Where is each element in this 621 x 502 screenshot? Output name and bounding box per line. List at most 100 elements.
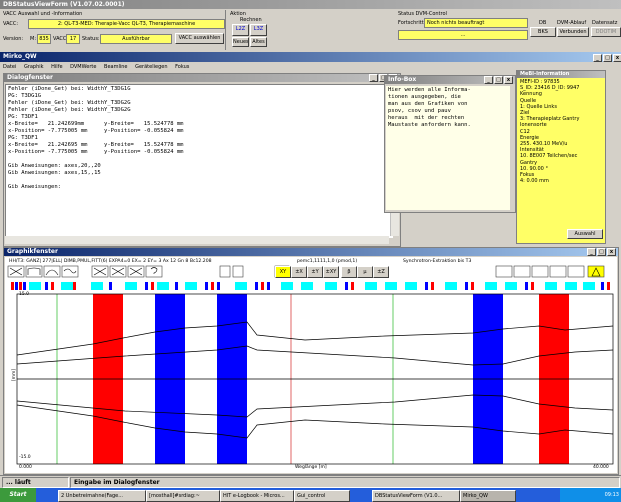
l2z-button[interactable]: L2Z bbox=[232, 24, 249, 36]
db-label: DB bbox=[539, 20, 547, 26]
menu-dvmwerte[interactable]: DVMWerte bbox=[70, 64, 96, 70]
vacc-num-field: 17 bbox=[66, 34, 80, 44]
graph-minimize-icon[interactable]: _ bbox=[587, 248, 596, 256]
status-prompt: Eingabe im Dialogfenster bbox=[70, 477, 620, 488]
graph-title-bar: Graphikfenster _ □ x bbox=[4, 248, 618, 256]
vacc-select-button[interactable]: VACC auswählen bbox=[175, 33, 224, 44]
beamline-element bbox=[23, 282, 26, 290]
beamline-element bbox=[267, 282, 270, 290]
dialog-line: x-Position= -7.775005 mm y-Position= -0.… bbox=[8, 149, 184, 155]
beamline-element bbox=[11, 282, 14, 290]
auswahl-button[interactable]: Auswahl bbox=[567, 229, 603, 239]
graph-close-icon[interactable]: x bbox=[607, 248, 616, 256]
beamline-element bbox=[217, 282, 220, 290]
beamline-element bbox=[109, 282, 112, 290]
l3z-button[interactable]: L3Z bbox=[250, 24, 267, 36]
tool-button[interactable]: ±Y bbox=[307, 266, 323, 278]
tray-clock: 09:13 bbox=[560, 488, 621, 502]
dialog-text[interactable]: Fehler (iDone_Get) bei: WidthY_T3DG1G PG:… bbox=[5, 84, 393, 238]
db-button[interactable]: BKS bbox=[530, 27, 556, 37]
tool-button[interactable]: μ bbox=[357, 266, 373, 278]
task-item-4[interactable]: Gui_control bbox=[294, 490, 350, 502]
dialog-window: Dialogfenster _□x Fehler (iDone_Get) bei… bbox=[3, 73, 401, 247]
menu-graphik[interactable]: Graphik bbox=[24, 64, 44, 70]
vacc-field[interactable]: 2: QL-T3-MED: Therapie-Vacc QL-T3, Thera… bbox=[28, 19, 225, 29]
dialog-hscrollbar[interactable] bbox=[5, 236, 389, 244]
mirko-title-bar: Mirko_QW _ □ x bbox=[0, 52, 621, 62]
beamline-element bbox=[485, 282, 497, 290]
dialog-line: PG: T3DF1 bbox=[8, 135, 38, 141]
start-button[interactable]: Start bbox=[0, 488, 36, 502]
restore-icon[interactable]: □ bbox=[603, 54, 612, 62]
menu-bar: Datei Graphik Hilfe DVMWerte Beamline Ge… bbox=[3, 63, 195, 71]
task-item-5[interactable]: DBStatusViewForm (V1.0... bbox=[372, 490, 460, 502]
menu-hilfe[interactable]: Hilfe bbox=[51, 64, 62, 70]
beamline-element bbox=[51, 282, 54, 290]
beamline-element bbox=[525, 282, 528, 290]
neues-button[interactable]: Neues bbox=[232, 37, 249, 47]
task-item-3[interactable]: HIT e-Logbook - Micros... bbox=[220, 490, 294, 502]
info-line: psov, csov und pauv bbox=[388, 108, 451, 114]
mebi-title-bar: MeBI-Information bbox=[517, 71, 605, 78]
dialog-line: Gib Anweisungen: bbox=[8, 184, 61, 190]
altes-button[interactable]: Altes bbox=[250, 37, 267, 47]
beamline-element bbox=[185, 282, 197, 290]
beam-plot[interactable] bbox=[5, 292, 617, 473]
task-item-1[interactable]: 2 Unbetreimahne(Fage... bbox=[58, 490, 146, 502]
beamline-element bbox=[281, 282, 293, 290]
mebi-lines: MEFI-ID : 97835 S_ID: 23416 D_ID: 9947 Ken… bbox=[517, 78, 605, 184]
info-maximize-icon[interactable]: □ bbox=[494, 76, 503, 84]
fortschritt-field: Noch nichts beauftragt bbox=[424, 18, 528, 28]
vacc-group: VACC Auswahl und -Information VACC: 2: Q… bbox=[0, 10, 226, 50]
status-bar: ... läuft Eingabe im Dialogfenster bbox=[0, 475, 621, 488]
graph-area: HH/T3: GANZ| 277|ELL| DIMB,PMUL,FITT(6) … bbox=[5, 257, 617, 473]
info-line: heraus mit der rechten bbox=[388, 115, 465, 121]
status-label: Status: bbox=[82, 36, 100, 42]
tool-button[interactable]: ±XY bbox=[323, 266, 339, 278]
dialog-line: Gib Anweisungen: axes,20,,20 bbox=[8, 163, 101, 169]
dialog-line: x-Position= -7.775005 mm y-Position= -0.… bbox=[8, 128, 184, 134]
progress-bar: ... bbox=[398, 30, 528, 40]
beamline-element bbox=[607, 282, 610, 290]
tool-button[interactable]: β bbox=[341, 266, 357, 278]
info-line: tionen ausgegeben, die bbox=[388, 94, 461, 100]
info-box: Info-Box _ □ x Hier werden alle Informa-ti… bbox=[384, 75, 516, 213]
x-left-label: 0.000 bbox=[19, 465, 32, 470]
beamline-element bbox=[565, 282, 577, 290]
mebi-title: MeBI-Information bbox=[520, 71, 570, 77]
graph-maximize-icon[interactable]: □ bbox=[597, 248, 606, 256]
minimize-icon[interactable]: _ bbox=[593, 54, 602, 62]
beamline-element bbox=[45, 282, 48, 290]
info-minimize-icon[interactable]: _ bbox=[484, 76, 493, 84]
beamline-element bbox=[385, 282, 397, 290]
beamline-element bbox=[19, 282, 22, 290]
menu-datei[interactable]: Datei bbox=[3, 64, 16, 70]
close-icon[interactable]: x bbox=[613, 54, 621, 62]
dialog-minimize-icon[interactable]: _ bbox=[369, 74, 378, 82]
dialog-line: x-Breite= 21.242695 mm y-Breite= 15.5247… bbox=[8, 142, 184, 148]
menu-beamline[interactable]: Beamline bbox=[104, 64, 127, 70]
graph-toolbar-right[interactable] bbox=[493, 265, 617, 279]
tool-button[interactable]: XY bbox=[275, 266, 291, 278]
beamline-element bbox=[91, 282, 103, 290]
datensatz-button[interactable]: DDOTIM bbox=[591, 27, 621, 37]
task-item-2[interactable]: [mosthall]#srdiag:~ bbox=[146, 490, 220, 502]
tool-button[interactable]: ±X bbox=[291, 266, 307, 278]
status-field: Ausführbar bbox=[100, 34, 172, 44]
ablauf-button[interactable]: Verbunden bbox=[557, 27, 589, 37]
dialog-line: Fehler (iDone_Get) bei: WidthY_T3DG1G bbox=[8, 86, 131, 92]
info-title-bar: Info-Box _ □ x bbox=[385, 76, 515, 84]
beamline-element bbox=[325, 282, 337, 290]
mebi-line: 4: 0.00 mm bbox=[520, 178, 549, 185]
task-item-6[interactable]: Mirko_QW bbox=[460, 490, 516, 502]
info-line: Hier werden alle Informa- bbox=[388, 87, 471, 93]
info-close-icon[interactable]: x bbox=[504, 76, 513, 84]
info-title: Info-Box bbox=[388, 76, 417, 83]
tool-button[interactable]: ±Z bbox=[373, 266, 389, 278]
menu-geraete[interactable]: Geräteliegen bbox=[135, 64, 167, 70]
beamline-element bbox=[175, 282, 178, 290]
app-title-bar: DBStatusViewForm (V1.07.02.0001) bbox=[0, 0, 621, 9]
beamline-element bbox=[261, 282, 264, 290]
menu-fokus[interactable]: Fokus bbox=[175, 64, 189, 70]
status-state: ... läuft bbox=[2, 477, 69, 488]
